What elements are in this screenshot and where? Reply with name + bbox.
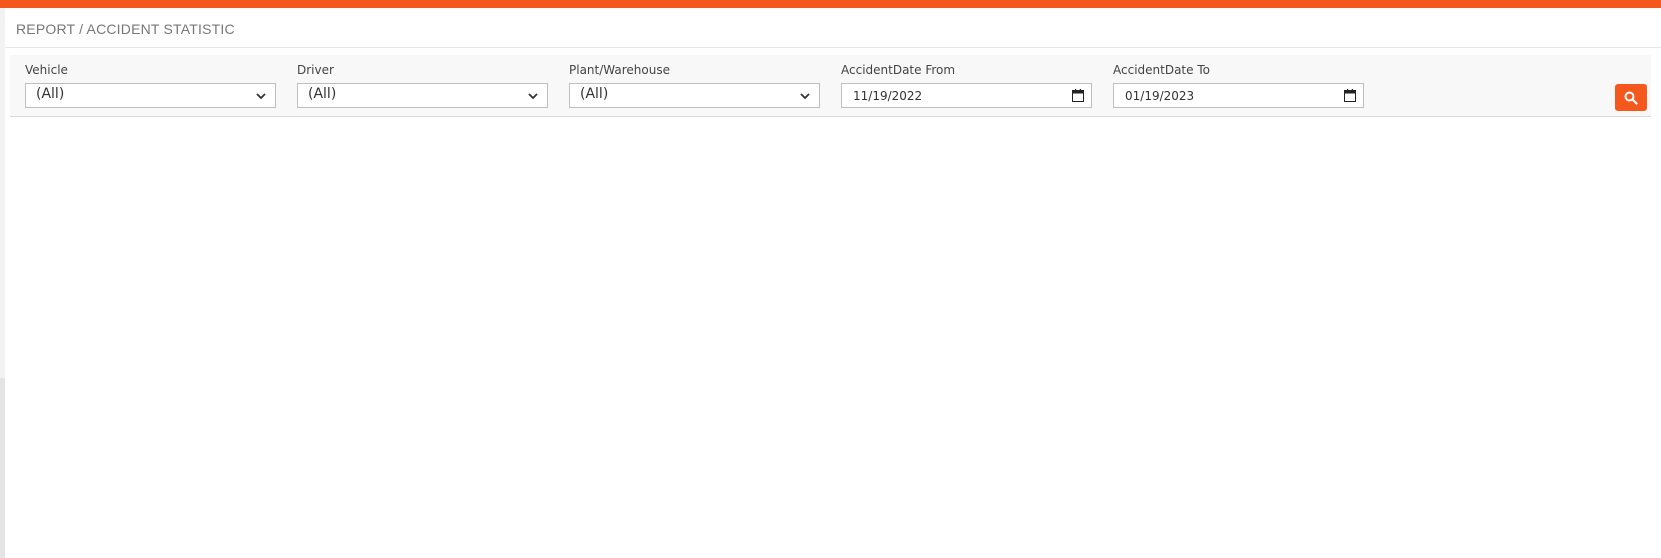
plant-filter: Plant/Warehouse (All) xyxy=(569,63,820,108)
chevron-down-icon xyxy=(528,93,538,100)
date-to-input[interactable]: 01/19/2023 xyxy=(1113,83,1364,108)
calendar-icon[interactable] xyxy=(1344,89,1356,102)
date-to-value: 01/19/2023 xyxy=(1125,89,1195,103)
filter-panel: Vehicle (All) Driver (All) Plant/Warehou… xyxy=(10,55,1651,117)
plant-select[interactable]: (All) xyxy=(569,83,820,108)
driver-filter: Driver (All) xyxy=(297,63,548,108)
vehicle-label: Vehicle xyxy=(25,63,68,77)
vehicle-select[interactable]: (All) xyxy=(25,83,276,108)
driver-select-value: (All) xyxy=(308,86,337,102)
scrollbar-track[interactable] xyxy=(0,8,5,558)
chevron-down-icon xyxy=(800,93,810,100)
date-from-input[interactable]: 11/19/2022 xyxy=(841,83,1092,108)
date-to-label: AccidentDate To xyxy=(1113,63,1210,77)
plant-label: Plant/Warehouse xyxy=(569,63,670,77)
search-button[interactable] xyxy=(1615,84,1647,111)
date-from-value: 11/19/2022 xyxy=(853,89,923,103)
vehicle-select-value: (All) xyxy=(36,86,65,102)
vehicle-filter: Vehicle (All) xyxy=(25,63,276,108)
search-icon xyxy=(1624,91,1638,105)
driver-select[interactable]: (All) xyxy=(297,83,548,108)
plant-select-value: (All) xyxy=(580,86,609,102)
scrollbar-thumb[interactable] xyxy=(0,378,5,558)
date-from-label: AccidentDate From xyxy=(841,63,956,77)
page-header: REPORT / ACCIDENT STATISTIC xyxy=(5,8,1661,48)
date-to-filter: AccidentDate To 01/19/2023 xyxy=(1113,63,1364,108)
date-from-filter: AccidentDate From 11/19/2022 xyxy=(841,63,1092,108)
chevron-down-icon xyxy=(256,93,266,100)
breadcrumb: REPORT / ACCIDENT STATISTIC xyxy=(16,21,235,37)
driver-label: Driver xyxy=(297,63,334,77)
top-accent-bar xyxy=(0,0,1661,8)
calendar-icon[interactable] xyxy=(1072,89,1084,102)
